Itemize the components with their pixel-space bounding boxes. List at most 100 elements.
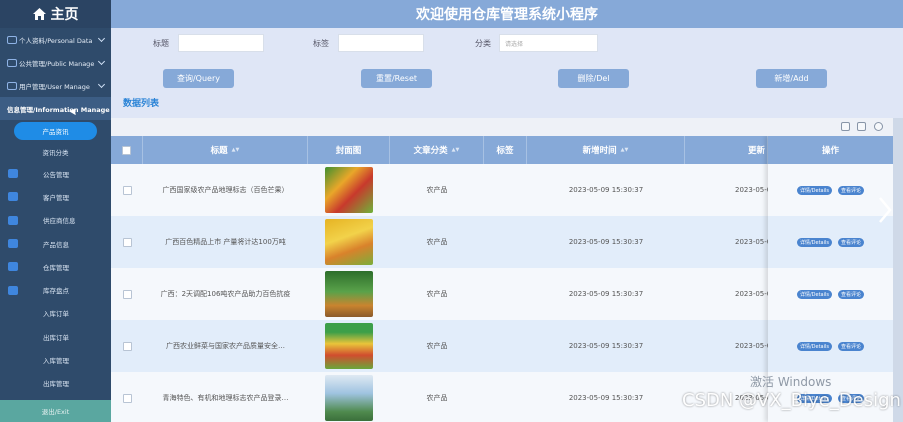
sidebar: 主页 个人资料/Personal Data 公共管理/Public Manage… bbox=[0, 0, 111, 422]
row-cover-cell bbox=[308, 320, 390, 372]
sidebar-group-public[interactable]: 公共管理/Public Manage bbox=[0, 51, 111, 74]
reset-button[interactable]: 重置/Reset bbox=[361, 69, 432, 88]
tag-filter-input[interactable] bbox=[338, 34, 424, 52]
column-header-label: 操作 bbox=[821, 146, 839, 156]
select-all-cell bbox=[111, 136, 143, 164]
column-header-updated[interactable]: 更新 bbox=[685, 136, 768, 164]
view-comments-button[interactable]: 查看评论 bbox=[838, 289, 865, 299]
table-row[interactable]: 广西百色精品上市 产量将计达100万吨 农产品 2023-05-09 15:30… bbox=[111, 216, 893, 268]
row-select-cell bbox=[111, 164, 143, 216]
sidebar-item-label: 产品信息 bbox=[43, 240, 69, 249]
row-checkbox[interactable] bbox=[122, 289, 132, 299]
sidebar-item-inbound-manage[interactable]: 入库管理 bbox=[0, 348, 111, 371]
search-panel: 标题 标签 分类 请选择 查询/Query 重置/Reset 删除/Del 新增… bbox=[111, 28, 903, 118]
view-comments-button[interactable]: 查看评论 bbox=[838, 341, 865, 351]
sidebar-group-label: 个人资料/Personal Data bbox=[19, 36, 93, 45]
row-updated: 2023-05-09 bbox=[735, 342, 768, 350]
sidebar-item-inbound-order[interactable]: 入库订单 bbox=[0, 302, 111, 325]
view-comments-button[interactable]: 查看评论 bbox=[838, 237, 865, 247]
refresh-icon[interactable] bbox=[874, 122, 883, 131]
sidebar-item-label: 公告管理 bbox=[43, 170, 69, 179]
sidebar-subitem-product-news[interactable]: 产品资讯 bbox=[0, 120, 111, 141]
csdn-watermark: CSDN @VX_Biye_Design bbox=[682, 390, 901, 411]
folder-icon bbox=[7, 58, 17, 67]
sidebar-item-label: 出库订单 bbox=[43, 333, 69, 342]
column-header-created[interactable]: 新增时间 ▲▼ bbox=[527, 136, 685, 164]
chevron-down-icon bbox=[97, 57, 106, 66]
select-all-checkbox[interactable] bbox=[122, 145, 131, 155]
column-header-label: 标签 bbox=[496, 146, 514, 156]
sidebar-group-user[interactable]: 用户管理/User Manage bbox=[0, 74, 111, 97]
chevron-right-icon[interactable] bbox=[878, 197, 892, 223]
product-icon bbox=[8, 239, 18, 249]
row-checkbox[interactable] bbox=[122, 393, 132, 403]
cover-image[interactable] bbox=[325, 167, 373, 213]
sidebar-item-warehouse[interactable]: 仓库管理 bbox=[0, 255, 111, 278]
column-header-cover: 封面图 bbox=[308, 136, 390, 164]
details-button[interactable]: 详情/Details bbox=[796, 289, 832, 299]
sidebar-group-label: 信息管理/Information Manage bbox=[7, 105, 110, 114]
sort-icon: ▲▼ bbox=[620, 147, 629, 153]
column-header-label: 新增时间 bbox=[582, 146, 617, 156]
sidebar-group-information[interactable]: 信息管理/Information Manage bbox=[0, 97, 111, 120]
sidebar-item-customer[interactable]: 客户管理 bbox=[0, 185, 111, 208]
sidebar-home[interactable]: 主页 bbox=[0, 0, 111, 28]
column-header-tags: 标签 bbox=[484, 136, 527, 164]
details-button[interactable]: 详情/Details bbox=[796, 185, 832, 195]
sidebar-item-label: 入库管理 bbox=[43, 357, 69, 366]
delete-button[interactable]: 删除/Del bbox=[558, 69, 629, 88]
row-tags bbox=[484, 164, 527, 216]
sidebar-item-label: 出库管理 bbox=[43, 380, 69, 389]
row-tags bbox=[484, 216, 527, 268]
category-select[interactable]: 请选择 bbox=[499, 34, 598, 52]
user-icon bbox=[7, 35, 17, 44]
columns-icon[interactable] bbox=[841, 122, 850, 131]
print-icon[interactable] bbox=[857, 122, 866, 131]
title-filter-input[interactable] bbox=[178, 34, 264, 52]
column-header-label: 文章分类 bbox=[413, 146, 448, 156]
row-select-cell bbox=[111, 216, 143, 268]
column-header-label: 封面图 bbox=[335, 146, 362, 156]
table-row[interactable]: 广西：2天调配106吨农产品助力百色抗疫 农产品 2023-05-09 15:3… bbox=[111, 268, 893, 320]
sidebar-group-personal[interactable]: 个人资料/Personal Data bbox=[0, 28, 111, 51]
row-category: 农产品 bbox=[426, 342, 448, 350]
row-cover-cell bbox=[308, 216, 390, 268]
supplier-icon bbox=[8, 215, 18, 225]
sidebar-item-outbound-manage[interactable]: 出库管理 bbox=[0, 372, 111, 395]
cover-image[interactable] bbox=[325, 271, 373, 317]
row-checkbox[interactable] bbox=[122, 341, 132, 351]
row-checkbox[interactable] bbox=[122, 185, 132, 195]
row-created: 2023-05-09 15:30:37 bbox=[568, 186, 644, 194]
column-header-category[interactable]: 文章分类 ▲▼ bbox=[390, 136, 484, 164]
query-button[interactable]: 查询/Query bbox=[163, 69, 234, 88]
sidebar-subitem-label: 产品资讯 bbox=[14, 121, 97, 140]
column-header-label: 更新 bbox=[747, 146, 765, 156]
details-button[interactable]: 详情/Details bbox=[796, 341, 832, 351]
sidebar-item-outbound-order[interactable]: 出库订单 bbox=[0, 325, 111, 348]
sidebar-subitem-news-category[interactable]: 资讯分类 bbox=[0, 141, 111, 162]
vertical-scrollbar[interactable] bbox=[893, 118, 903, 422]
row-checkbox[interactable] bbox=[122, 237, 132, 247]
cover-image[interactable] bbox=[325, 375, 373, 421]
sidebar-item-product[interactable]: 产品信息 bbox=[0, 232, 111, 255]
view-comments-button[interactable]: 查看评论 bbox=[838, 185, 865, 195]
row-title: 广西国家级农产品地理标志（百色芒果） bbox=[162, 186, 289, 194]
sidebar-item-label: 供应商信息 bbox=[43, 217, 76, 226]
table-row[interactable]: 广西国家级农产品地理标志（百色芒果） 农产品 2023-05-09 15:30:… bbox=[111, 164, 893, 216]
sidebar-item-inventory[interactable]: 库存盘点 bbox=[0, 278, 111, 301]
sidebar-item-supplier[interactable]: 供应商信息 bbox=[0, 209, 111, 232]
row-updated: 2023-05-09 bbox=[735, 290, 768, 298]
add-button[interactable]: 新增/Add bbox=[756, 69, 827, 88]
warehouse-icon bbox=[8, 262, 18, 272]
table-row[interactable]: 广西农业鲜菜与国家农产品质量安全… 农产品 2023-05-09 15:30:3… bbox=[111, 320, 893, 372]
column-header-title[interactable]: 标题 ▲▼ bbox=[143, 136, 308, 164]
cover-image[interactable] bbox=[325, 323, 373, 369]
page-header: 欢迎使用仓库管理系统小程序 bbox=[111, 0, 903, 28]
sidebar-item-notice[interactable]: 公告管理 bbox=[0, 162, 111, 185]
row-title: 广西：2天调配106吨农产品助力百色抗疫 bbox=[160, 290, 291, 298]
exit-button[interactable]: 退出/Exit bbox=[0, 400, 111, 422]
row-select-cell bbox=[111, 320, 143, 372]
row-select-cell bbox=[111, 268, 143, 320]
cover-image[interactable] bbox=[325, 219, 373, 265]
details-button[interactable]: 详情/Details bbox=[796, 237, 832, 247]
